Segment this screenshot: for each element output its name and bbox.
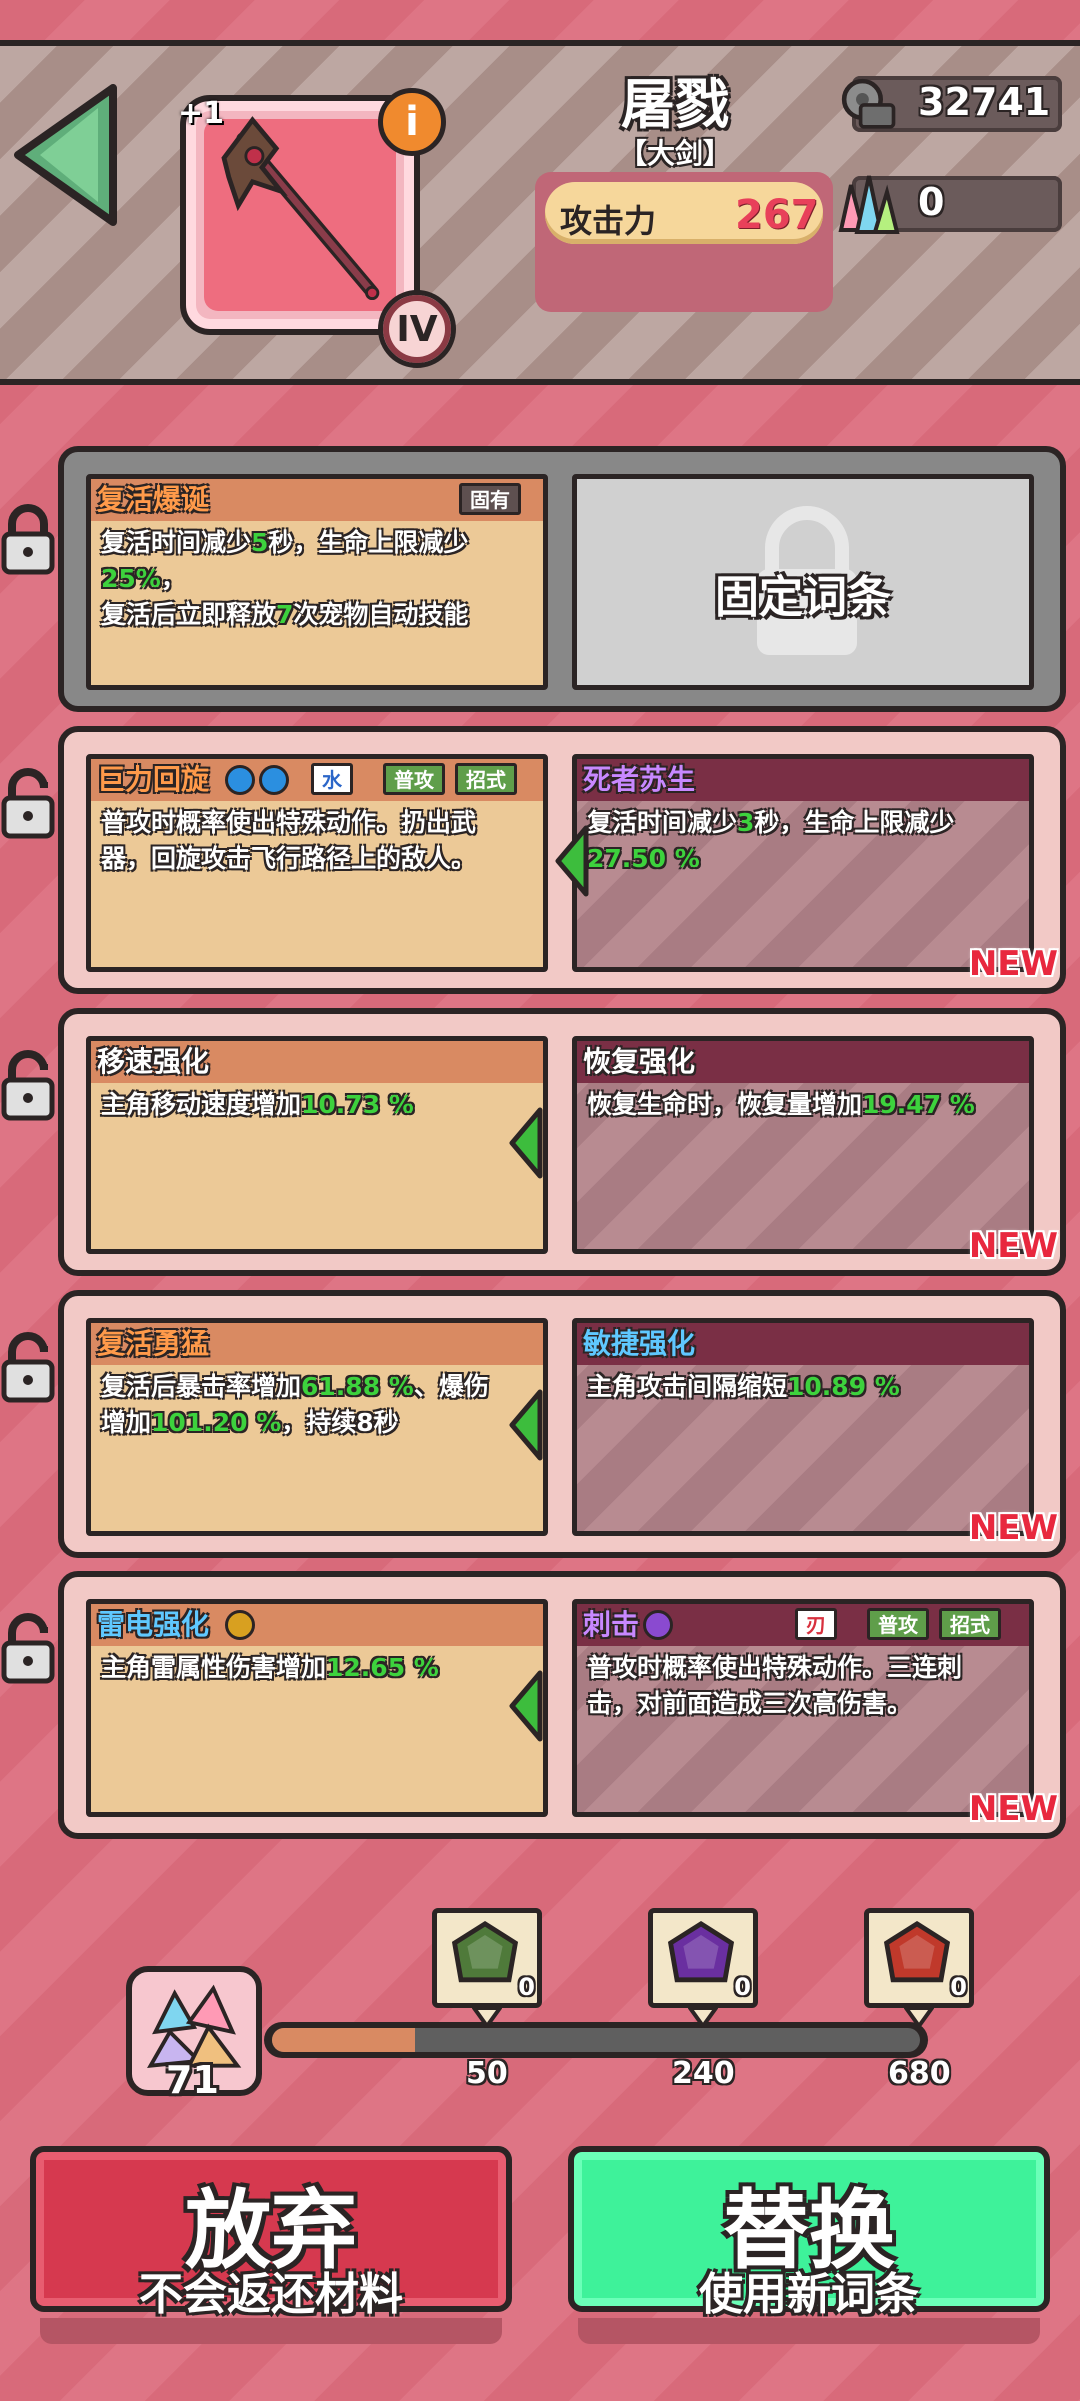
gem-slot[interactable]: 0 xyxy=(432,1908,542,2008)
fixed-affix-slot: 固定词条 xyxy=(572,474,1034,690)
threshold-label: 240 xyxy=(672,2056,735,2091)
affix-title: 复活勇猛 xyxy=(91,1323,543,1365)
replace-button[interactable]: 替换 使用新词条 xyxy=(568,2146,1050,2320)
threshold-label: 680 xyxy=(888,2056,951,2091)
affix-card-new[interactable]: 死者苏生 复活时间减少3秒，生命上限减少 27.50 % xyxy=(572,754,1034,972)
abandon-button[interactable]: 放弃 不会返还材料 xyxy=(30,2146,512,2320)
affix-card-new[interactable]: 敏捷强化 主角攻击间隔缩短10.89 % xyxy=(572,1318,1034,1536)
new-badge: NEW xyxy=(968,944,1058,984)
lock-closed-icon[interactable] xyxy=(0,502,56,576)
attack-value: 267 xyxy=(735,192,819,238)
affix-desc: 主角雷属性伤害增加12.65 % xyxy=(101,1653,439,1682)
material-count: 71 xyxy=(166,2058,219,2102)
gem-count: 0 xyxy=(734,1973,751,2001)
abandon-sublabel: 不会返还材料 xyxy=(139,2269,403,2320)
gem-pointer-icon xyxy=(472,2008,502,2028)
affix-card-current[interactable]: 巨力回旋 普攻时概率使出特殊动作。扔出武 器，回旋攻击飞行路径上的敌人。 水普攻招… xyxy=(86,754,548,972)
gem-count: 0 xyxy=(518,1973,535,2001)
lock-open-icon[interactable] xyxy=(0,1611,56,1685)
lightning-icon xyxy=(225,1610,255,1640)
affix-tag: 普攻 xyxy=(383,763,445,795)
affix-row: 复活勇猛 复活后暴击率增加61.88 %、爆伤 增加101.20 %，持续8秒 敏… xyxy=(58,1290,1066,1558)
replace-sublabel: 使用新词条 xyxy=(699,2269,919,2320)
lock-open-icon[interactable] xyxy=(0,766,56,840)
affix-tag: 招式 xyxy=(455,763,517,795)
affix-row: 雷电强化 主角雷属性伤害增加12.65 % 刺击 普攻时概率使出特殊动作。三连刺… xyxy=(58,1571,1066,1839)
water-drop-icon xyxy=(259,765,289,795)
swap-arrow-icon xyxy=(509,1389,543,1461)
attack-label: 攻击力 xyxy=(560,202,657,240)
affix-desc: 复活时间减少5秒，生命上限减少 25%， 复活后立即释放7次宠物自动技能 xyxy=(101,528,469,629)
affix-card-current[interactable]: 复活勇猛 复活后暴击率增加61.88 %、爆伤 增加101.20 %，持续8秒 xyxy=(86,1318,548,1536)
affix-title: 恢复强化 xyxy=(577,1041,1029,1083)
affix-card-new[interactable]: 恢复强化 恢复生命时，恢复量增加19.47 % xyxy=(572,1036,1034,1254)
lock-open-icon[interactable] xyxy=(0,1330,56,1404)
swap-arrow-icon xyxy=(509,1670,543,1742)
rank-badge: IV xyxy=(378,290,456,368)
weapon-type: 【大剑】 xyxy=(618,137,731,170)
gold-amount: 32741 xyxy=(918,80,1051,124)
affix-desc: 复活时间减少3秒，生命上限减少 27.50 % xyxy=(587,808,955,873)
affix-title: 死者苏生 xyxy=(577,759,1029,801)
gem-icon xyxy=(883,1920,951,1983)
affix-tag: 水 xyxy=(311,763,353,795)
gem-slot[interactable]: 0 xyxy=(648,1908,758,2008)
gem-slot[interactable]: 0 xyxy=(864,1908,974,2008)
crystal-icon xyxy=(838,175,900,234)
affix-tag: 固有 xyxy=(459,483,521,515)
lock-open-icon[interactable] xyxy=(0,1048,56,1122)
gem-count: 0 xyxy=(950,1973,967,2001)
affix-title: 敏捷强化 xyxy=(577,1323,1029,1365)
gem-pointer-icon xyxy=(688,2008,718,2028)
affix-title: 雷电强化 xyxy=(91,1604,543,1646)
affix-card-new[interactable]: 刺击 普攻时概率使出特殊动作。三连刺 击，对前面造成三次高伤害。 刃普攻 招式 xyxy=(572,1599,1034,1817)
back-arrow-icon[interactable] xyxy=(8,80,123,230)
affix-tag: 刃 xyxy=(795,1608,837,1640)
new-badge: NEW xyxy=(968,1789,1058,1829)
gear-ore-icon xyxy=(841,78,896,129)
affix-card-current: 复活爆诞 固有 复活时间减少5秒，生命上限减少 25%， 复活后立即释放7次宠物自动… xyxy=(86,474,548,690)
affix-row: 巨力回旋 普攻时概率使出特殊动作。扔出武 器，回旋攻击飞行路径上的敌人。 水普攻招… xyxy=(58,726,1066,994)
affix-desc: 普攻时概率使出特殊动作。扔出武 器，回旋攻击飞行路径上的敌人。 xyxy=(101,808,477,873)
water-drop-icon xyxy=(225,765,255,795)
swap-arrow-icon xyxy=(509,1107,543,1179)
weapon-name: 屠戮 xyxy=(621,73,729,136)
upgrade-level: +1 xyxy=(178,96,225,131)
affix-desc: 普攻时概率使出特殊动作。三连刺 击，对前面造成三次高伤害。 xyxy=(587,1653,963,1718)
affix-desc: 主角移动速度增加10.73 % xyxy=(101,1090,414,1119)
material-progress-fill xyxy=(272,2028,415,2052)
info-icon[interactable]: i xyxy=(378,88,446,156)
material-progress-bar xyxy=(272,2028,920,2052)
gem-icon xyxy=(667,1920,735,1983)
fixed-affix-label: 固定词条 xyxy=(715,572,891,623)
affix-desc: 复活后暴击率增加61.88 %、爆伤 增加101.20 %，持续8秒 xyxy=(101,1372,489,1437)
new-badge: NEW xyxy=(968,1226,1058,1266)
new-badge: NEW xyxy=(968,1508,1058,1548)
gem-icon xyxy=(451,1920,519,1983)
affix-tag: 普攻 xyxy=(867,1608,929,1640)
swap-arrow-icon xyxy=(555,825,589,897)
threshold-label: 50 xyxy=(466,2056,508,2091)
affix-row-fixed: 复活爆诞 固有 复活时间减少5秒，生命上限减少 25%， 复活后立即释放7次宠物自动… xyxy=(58,446,1066,712)
affix-tag: 招式 xyxy=(939,1608,1001,1640)
affix-row: 移速强化 主角移动速度增加10.73 % 恢复强化 恢复生命时，恢复量增加19.… xyxy=(58,1008,1066,1276)
gem-pointer-icon xyxy=(904,2008,934,2028)
slash-swirl-icon xyxy=(643,1610,673,1640)
affix-title: 移速强化 xyxy=(91,1041,543,1083)
affix-card-current[interactable]: 移速强化 主角移动速度增加10.73 % xyxy=(86,1036,548,1254)
affix-card-current[interactable]: 雷电强化 主角雷属性伤害增加12.65 % xyxy=(86,1599,548,1817)
crystal-amount: 0 xyxy=(918,180,945,224)
affix-desc: 主角攻击间隔缩短10.89 % xyxy=(587,1372,900,1401)
affix-desc: 恢复生命时，恢复量增加19.47 % xyxy=(587,1090,975,1119)
